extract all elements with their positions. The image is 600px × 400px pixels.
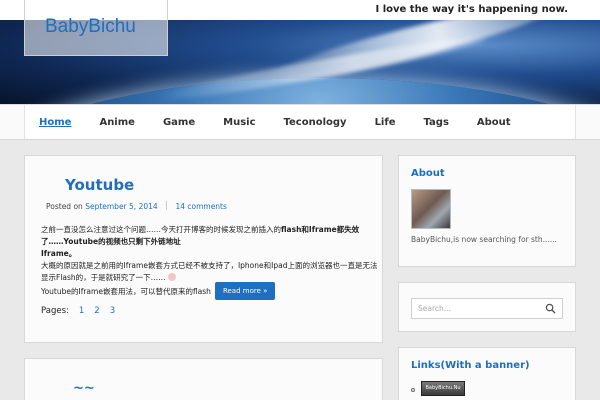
post-excerpt: 之前一直没怎么注意过这个问题……今天打开博客的时候发现之前插入的flash和If… — [41, 224, 381, 284]
nav-item-anime[interactable]: Anime — [85, 117, 149, 128]
main-nav: Home Anime Game Music Teconology Life Ta… — [0, 104, 600, 140]
site-tagline: I love the way it's happening now. — [375, 4, 569, 15]
post-title[interactable]: ~~ — [73, 381, 95, 396]
widget-title: Links(With a banner) — [411, 360, 530, 371]
nav-item-game[interactable]: Game — [149, 117, 209, 128]
post-comments-link[interactable]: 14 comments — [175, 202, 226, 211]
search-input[interactable] — [412, 299, 540, 318]
nav-item-tags[interactable]: Tags — [410, 117, 463, 128]
search-box — [411, 298, 563, 319]
post-card: Youtube Posted on September 5, 2014 14 c… — [24, 155, 383, 343]
planet-graphic — [0, 78, 600, 104]
about-widget: About BabyBichu,is now searching for sth… — [398, 155, 576, 267]
page-link-2[interactable]: 2 — [94, 306, 99, 316]
excerpt-bold-text: Iframe。 — [41, 249, 77, 258]
excerpt-text: 大概的原因就是之前用的Iframe嵌套方式已经不被支持了，Iphone和Ipad… — [41, 261, 378, 282]
pages-label: Pages: — [41, 306, 69, 316]
nav-bar: Home Anime Game Music Teconology Life Ta… — [24, 105, 576, 139]
nav-item-about[interactable]: About — [463, 117, 525, 128]
widget-title: About — [411, 168, 445, 179]
read-more-button[interactable]: Read more » — [214, 282, 276, 300]
search-widget — [398, 282, 576, 332]
nav-item-home[interactable]: Home — [25, 117, 85, 128]
posted-on-label: Posted on — [46, 202, 83, 211]
post-pagination: Pages: 1 2 3 — [41, 306, 115, 316]
post-meta: Posted on September 5, 2014 14 comments — [46, 201, 227, 211]
nav-item-teconology[interactable]: Teconology — [270, 117, 361, 128]
about-text: BabyBichu,is now searching for sth...... — [411, 235, 557, 244]
list-bullet-icon — [411, 388, 415, 392]
avatar[interactable] — [411, 189, 451, 229]
links-widget: Links(With a banner) BabyBichu.Nu — [398, 347, 576, 400]
page-link-3[interactable]: 3 — [110, 306, 115, 316]
nav-item-life[interactable]: Life — [361, 117, 410, 128]
smiley-icon — [168, 273, 177, 281]
meta-divider — [166, 201, 168, 210]
page-link-1[interactable]: 1 — [79, 306, 84, 316]
excerpt-tail-text: Youtube的Iframe嵌套用法，可以替代原来的flash — [41, 286, 211, 296]
site-header: I love the way it's happening now. BabyB… — [0, 0, 600, 104]
excerpt-tail-row: Youtube的Iframe嵌套用法，可以替代原来的flash Read mor… — [41, 282, 276, 300]
post-card: ~~ — [24, 358, 383, 400]
site-logo-box[interactable]: BabyBichu — [24, 0, 168, 56]
post-date-link[interactable]: September 5, 2014 — [85, 202, 157, 211]
nav-item-music[interactable]: Music — [209, 117, 269, 128]
site-logo[interactable]: BabyBichu — [45, 16, 136, 38]
post-title[interactable]: Youtube — [65, 176, 134, 194]
excerpt-text: 之前一直没怎么注意过这个问题……今天打开博客的时候发现之前插入的 — [41, 225, 281, 234]
link-banner[interactable]: BabyBichu.Nu — [421, 381, 465, 396]
search-icon[interactable] — [545, 303, 556, 314]
